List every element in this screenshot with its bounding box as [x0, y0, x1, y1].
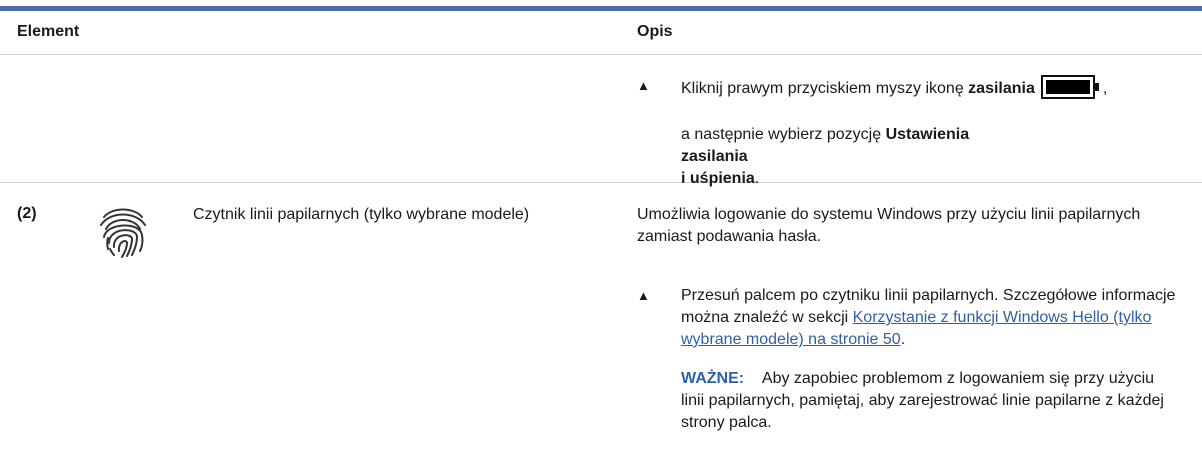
feature-description: Umożliwia logowanie do systemu Windows p…	[637, 206, 1141, 245]
fingerprint-step: Przesuń palcem po czytniku linii papilar…	[681, 287, 1176, 348]
battery-icon	[1040, 75, 1099, 99]
power-instruction-continued: a następnie wybierz pozycję Ustawienia z…	[681, 126, 970, 187]
row-number: (2)	[17, 205, 37, 222]
power-instruction-line: Kliknij prawym przyciskiem myszy ikonę z…	[681, 75, 1107, 100]
element-name: Czytnik linii papilarnych (tylko wybrane…	[193, 206, 530, 223]
important-note: WAŻNE: Aby zapobiec problemom z logowani…	[681, 368, 1181, 434]
column-header-element: Element	[17, 23, 80, 40]
column-header-opis: Opis	[637, 23, 673, 40]
bullet-marker: ▲	[637, 78, 650, 93]
important-text: Aby zapobiec problemom z logowaniem się …	[681, 370, 1164, 431]
important-label: WAŻNE:	[681, 370, 745, 387]
table-row: ▲ Kliknij prawym przyciskiem myszy ikonę…	[0, 55, 1202, 187]
bold-power-term: zasilania	[968, 80, 1035, 97]
fingerprint-icon	[100, 208, 146, 258]
table-header: Element Opis	[0, 11, 1202, 55]
bullet-marker: ▲	[637, 288, 650, 303]
table-row: (2) Czytnik linii papilarnych (tylko wyb…	[0, 183, 1202, 467]
